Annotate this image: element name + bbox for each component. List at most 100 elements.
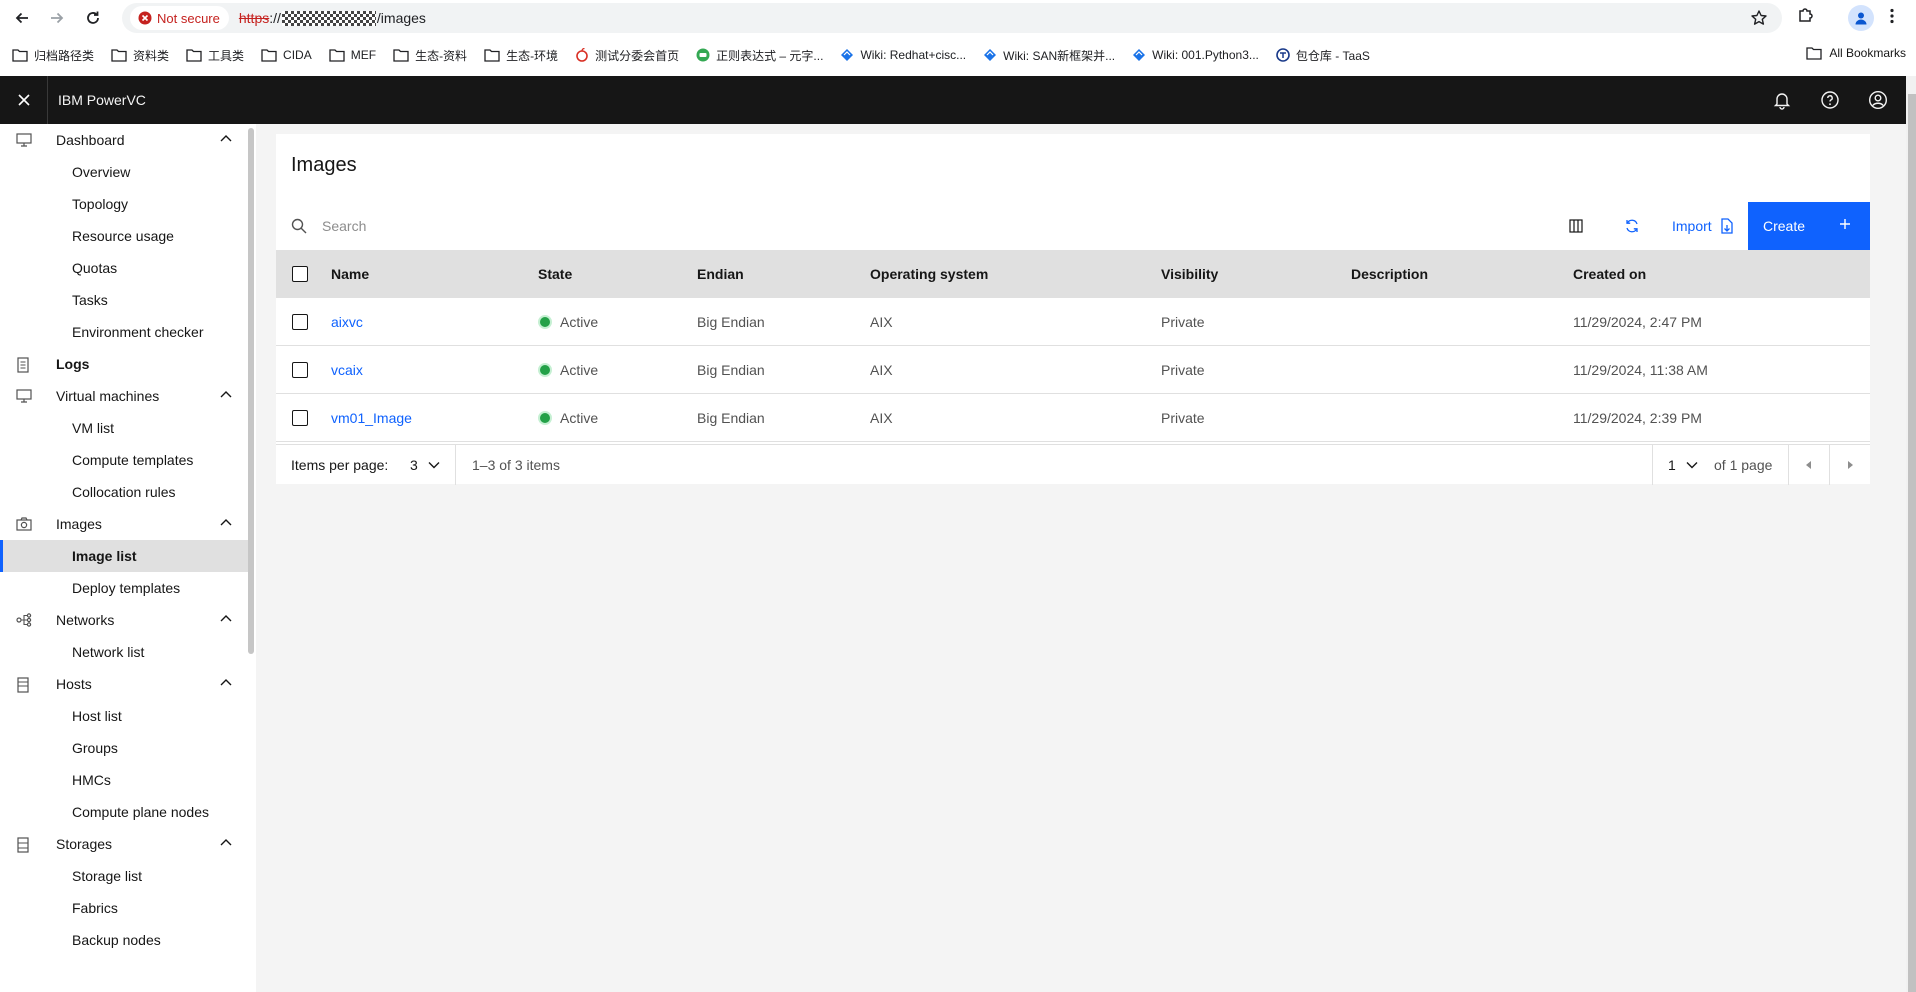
- sidenav-scrollbar[interactable]: [248, 128, 254, 654]
- help-button[interactable]: [1820, 90, 1840, 110]
- nav-item-storage-list[interactable]: Storage list: [0, 860, 254, 892]
- column-header-operating-system[interactable]: Operating system: [870, 250, 988, 298]
- bookmark-item[interactable]: 生态-环境: [484, 47, 558, 64]
- bookmark-item[interactable]: 包仓库 - TaaS: [1276, 47, 1370, 64]
- nav-item-collocation-rules[interactable]: Collocation rules: [0, 476, 254, 508]
- table-row[interactable]: vcaix Active Big Endian AIX Private 11/29/202…: [276, 346, 1870, 394]
- nav-item-vm-list[interactable]: VM list: [0, 412, 254, 444]
- bookmark-item[interactable]: 归档路径类: [12, 47, 94, 64]
- column-header-created-on[interactable]: Created on: [1573, 250, 1646, 298]
- browser-menu-button[interactable]: [1890, 8, 1894, 24]
- star-icon: [1751, 10, 1767, 25]
- bookmark-label: 工具类: [208, 48, 245, 63]
- nav-category-images[interactable]: Images: [0, 508, 248, 540]
- refresh-button[interactable]: [1608, 202, 1656, 250]
- nav-item-compute-plane-nodes[interactable]: Compute plane nodes: [0, 796, 254, 828]
- bookmark-item[interactable]: 正则表达式 – 元字...: [696, 47, 823, 64]
- table-row[interactable]: aixvc Active Big Endian AIX Private 11/29/202…: [276, 298, 1870, 346]
- bookmark-label: MEF: [350, 48, 377, 62]
- bookmark-item[interactable]: 工具类: [186, 47, 244, 64]
- cell-name[interactable]: vcaix: [331, 346, 363, 394]
- cell-endian: Big Endian: [697, 410, 765, 426]
- search-input[interactable]: [322, 202, 822, 250]
- nav-item-quotas[interactable]: Quotas: [0, 252, 254, 284]
- nav-category-hosts[interactable]: Hosts: [0, 668, 248, 700]
- bookmark-item[interactable]: 测试分委会首页: [575, 47, 679, 64]
- bookmark-star-button[interactable]: [1750, 9, 1768, 27]
- address-bar[interactable]: Not secure https:// /images: [122, 3, 1782, 33]
- nav-item-backup-nodes[interactable]: Backup nodes: [0, 924, 254, 956]
- wiki-diamond-icon: [840, 48, 854, 62]
- not-secure-chip[interactable]: Not secure: [130, 6, 229, 30]
- row-checkbox[interactable]: [292, 314, 308, 330]
- close-sidenav-button[interactable]: [0, 76, 48, 124]
- forward-button[interactable]: [42, 3, 72, 33]
- page-scrollbar[interactable]: [1906, 76, 1916, 992]
- bookmark-item[interactable]: CIDA: [261, 48, 312, 62]
- page-value: 1: [1668, 457, 1676, 473]
- column-header-visibility[interactable]: Visibility: [1161, 250, 1218, 298]
- bell-icon: [1773, 93, 1791, 110]
- bookmark-item[interactable]: Wiki: SAN新框架并...: [983, 47, 1115, 64]
- row-checkbox[interactable]: [292, 410, 308, 426]
- nav-item-fabrics[interactable]: Fabrics: [0, 892, 254, 924]
- nav-category-label: Virtual machines: [56, 388, 160, 404]
- cell-name[interactable]: aixvc: [331, 298, 363, 346]
- select-all-checkbox[interactable]: [292, 266, 308, 282]
- nav-item-image-list[interactable]: Image list: [0, 540, 254, 572]
- url-text[interactable]: https:// /images: [239, 10, 426, 26]
- cell-visibility: Private: [1161, 410, 1205, 426]
- bookmark-item[interactable]: Wiki: Redhat+cisc...: [840, 48, 966, 62]
- items-per-page-label: Items per page:: [291, 457, 389, 473]
- nav-category-networks[interactable]: Networks: [0, 604, 248, 636]
- back-button[interactable]: [7, 3, 37, 33]
- nav-item-compute-templates[interactable]: Compute templates: [0, 444, 254, 476]
- notifications-button[interactable]: [1772, 90, 1792, 110]
- folder-icon: [261, 48, 277, 62]
- cell-name[interactable]: vm01_Image: [331, 394, 412, 442]
- nav-item-host-list[interactable]: Host list: [0, 700, 254, 732]
- bookmark-item[interactable]: 资料类: [111, 47, 169, 64]
- nav-category-label: Networks: [56, 612, 115, 628]
- next-page-button[interactable]: [1830, 445, 1870, 485]
- arrow-left-icon: [15, 12, 28, 24]
- nav-item-hmcs[interactable]: HMCs: [0, 764, 254, 796]
- create-button[interactable]: Create: [1748, 202, 1870, 250]
- bookmark-item[interactable]: Wiki: 001.Python3...: [1132, 48, 1259, 62]
- app-title[interactable]: IBM PowerVC: [58, 92, 146, 108]
- bookmark-item[interactable]: 生态-资料: [393, 47, 467, 64]
- items-per-page-select[interactable]: 3: [410, 445, 440, 485]
- scrollbar-thumb[interactable]: [1908, 94, 1916, 992]
- column-settings-button[interactable]: [1552, 202, 1600, 250]
- nav-category-dashboard[interactable]: Dashboard: [0, 124, 248, 156]
- extensions-button[interactable]: [1797, 6, 1815, 24]
- reload-button[interactable]: [78, 3, 108, 33]
- nav-item-resource-usage[interactable]: Resource usage: [0, 220, 254, 252]
- nav-category-logs[interactable]: Logs: [0, 348, 248, 380]
- row-checkbox[interactable]: [292, 362, 308, 378]
- page-select[interactable]: 1: [1668, 445, 1698, 485]
- nav-item-environment-checker[interactable]: Environment checker: [0, 316, 254, 348]
- nav-item-network-list[interactable]: Network list: [0, 636, 254, 668]
- previous-page-button[interactable]: [1789, 445, 1829, 485]
- table-row[interactable]: vm01_Image Active Big Endian AIX Private 11/2…: [276, 394, 1870, 442]
- profile-button[interactable]: [1848, 5, 1874, 31]
- column-header-name[interactable]: Name: [331, 250, 369, 298]
- all-bookmarks-button[interactable]: All Bookmarks: [1806, 46, 1906, 60]
- nav-item-topology[interactable]: Topology: [0, 188, 254, 220]
- nav-category-storages[interactable]: Storages: [0, 828, 248, 860]
- column-header-state[interactable]: State: [538, 250, 572, 298]
- nav-item-overview[interactable]: Overview: [0, 156, 254, 188]
- network-icon: [16, 613, 32, 627]
- refresh-icon: [1626, 219, 1638, 233]
- nav-item-groups[interactable]: Groups: [0, 732, 254, 764]
- nav-category-virtual-machines[interactable]: Virtual machines: [0, 380, 248, 412]
- import-button[interactable]: Import: [1656, 202, 1750, 250]
- nav-category-label: Hosts: [56, 676, 92, 692]
- bookmark-item[interactable]: MEF: [329, 48, 376, 62]
- column-header-description[interactable]: Description: [1351, 250, 1428, 298]
- user-menu-button[interactable]: [1868, 90, 1888, 110]
- column-header-endian[interactable]: Endian: [697, 250, 744, 298]
- nav-item-deploy-templates[interactable]: Deploy templates: [0, 572, 254, 604]
- nav-item-tasks[interactable]: Tasks: [0, 284, 254, 316]
